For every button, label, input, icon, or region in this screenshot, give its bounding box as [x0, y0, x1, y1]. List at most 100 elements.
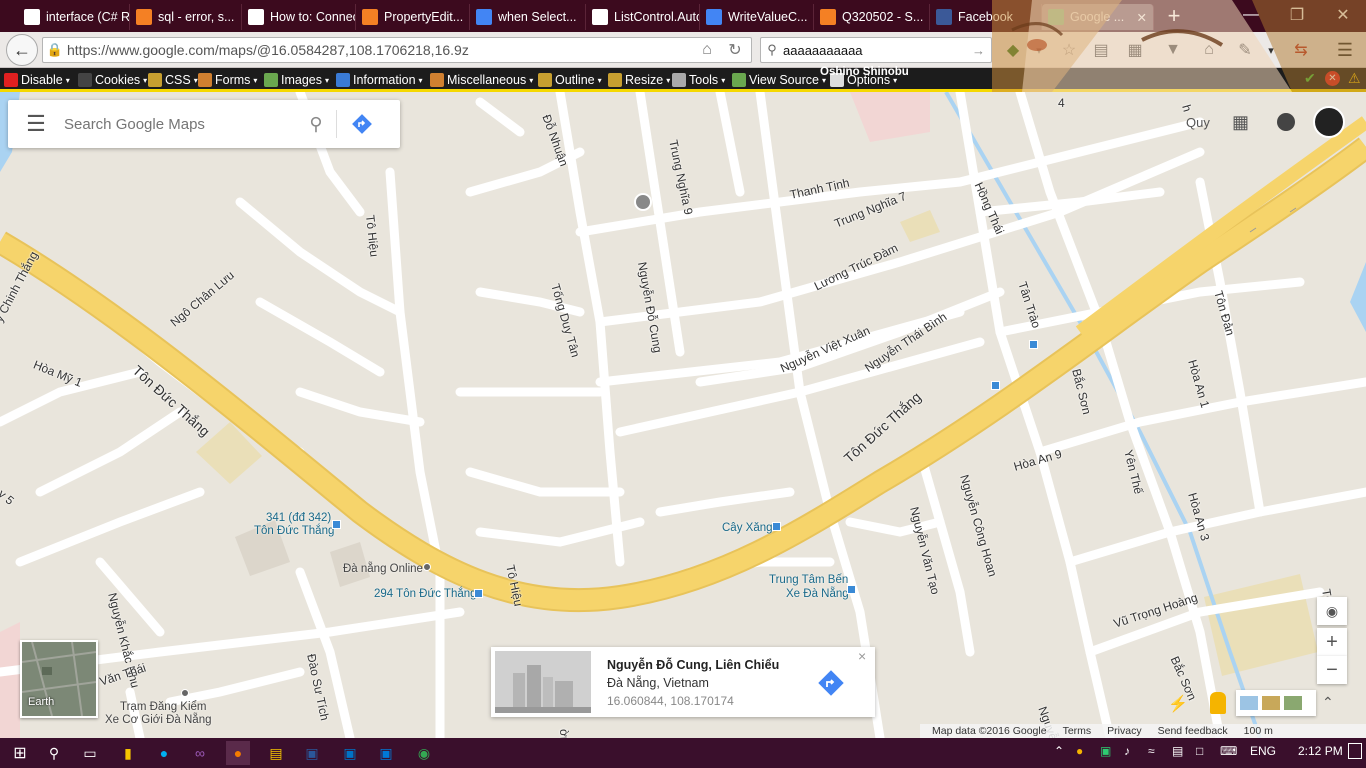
action-center-icon[interactable] — [1348, 743, 1362, 759]
tray-chevron-icon[interactable]: ⌃ — [1054, 744, 1064, 758]
browser-tab[interactable]: Google ... ✕ — [1042, 4, 1154, 30]
map-canvas[interactable]: Tôn Đức Thắng Tôn Đức Thắng Đỗ Nhuận Trung … — [0, 92, 1366, 738]
reading-list-icon[interactable]: ▤ — [1088, 37, 1114, 63]
devtoolbar-menu-tools[interactable]: Tools ▾ — [672, 70, 725, 90]
extension-icon[interactable]: ◆ — [1000, 37, 1026, 63]
outlook-icon[interactable]: ▣ — [338, 741, 362, 765]
browser-search-bar[interactable]: ⚲ aaaaaaaaaaa → — [760, 37, 992, 63]
wifi-icon[interactable]: ≈ — [1148, 744, 1155, 758]
hamburger-menu-icon[interactable]: ☰ — [1332, 37, 1358, 63]
clock[interactable]: 2:12 PM — [1298, 744, 1343, 758]
scale-bar[interactable]: 100 m — [1244, 725, 1273, 737]
lightning-icon[interactable]: ⚡ — [1168, 694, 1188, 714]
dropdown-arrow-icon-2[interactable]: ▾ — [1258, 37, 1284, 63]
poi-label[interactable]: Đà nẵng Online — [343, 563, 423, 575]
devtoolbar-menu-forms[interactable]: Forms ▾ — [198, 70, 257, 90]
layer-thumbnails[interactable] — [1236, 690, 1316, 716]
dev-tools-icon[interactable]: ✎ — [1232, 37, 1258, 63]
browser-tab[interactable]: WriteValueC... — [700, 4, 814, 30]
devtoolbar-menu-resize[interactable]: Resize ▾ — [608, 70, 670, 90]
language-indicator[interactable]: ENG — [1250, 744, 1276, 758]
map-pin-icon[interactable] — [634, 193, 652, 211]
browser-tab[interactable]: interface (C# Re... — [18, 4, 130, 30]
apps-grid-icon[interactable]: ▦ — [1232, 112, 1249, 133]
place-info-card[interactable]: Nguyễn Đỗ Cung, Liên Chiểu Đà Nẵng, Viet… — [491, 647, 875, 717]
skype-icon[interactable]: ● — [152, 741, 176, 765]
poi-label[interactable]: Xe Đà Nẵng — [786, 588, 849, 600]
chrome-icon[interactable]: ◉ — [412, 741, 436, 765]
check-icon[interactable]: ✔ — [1304, 70, 1316, 87]
bus-stop-icon[interactable] — [332, 520, 341, 529]
maximize-button[interactable]: ❐ — [1274, 0, 1320, 30]
devtoolbar-menu-images[interactable]: Images ▾ — [264, 70, 329, 90]
remote-desktop-icon[interactable]: ▣ — [374, 741, 398, 765]
search-icon[interactable]: ⚲ — [42, 741, 66, 765]
bus-stop-icon[interactable] — [474, 589, 483, 598]
gas-station-icon[interactable] — [772, 522, 781, 531]
send-feedback-link[interactable]: Send feedback — [1158, 725, 1228, 737]
visual-studio-icon[interactable]: ∞ — [188, 741, 212, 765]
notifications-icon[interactable] — [1277, 113, 1295, 131]
maps-search-input[interactable] — [64, 115, 296, 133]
error-icon[interactable]: ✕ — [1325, 71, 1340, 86]
bookmark-star-icon[interactable]: ☆ — [1056, 37, 1082, 63]
maps-search-box[interactable]: ☰ ⚲ — [8, 100, 400, 148]
browser-tab[interactable]: when Select... — [470, 4, 586, 30]
minimize-button[interactable]: — — [1228, 0, 1274, 30]
poi-label[interactable]: 294 Tôn Đức Thắng — [374, 588, 477, 600]
devtoolbar-menu-css[interactable]: CSS ▾ — [148, 70, 198, 90]
directions-icon[interactable] — [817, 669, 845, 697]
poi-label[interactable]: Tôn Đức Thắng — [254, 525, 334, 537]
earth-view-toggle[interactable]: Earth — [20, 640, 98, 718]
terms-link[interactable]: Terms — [1063, 725, 1092, 737]
layer-icon[interactable] — [1284, 696, 1302, 710]
close-icon[interactable]: × — [858, 648, 866, 664]
browser-tab[interactable]: Q320502 - S... — [814, 4, 930, 30]
browser-tab[interactable]: Facebook — [930, 4, 1042, 30]
devtoolbar-menu-disable[interactable]: Disable ▾ — [4, 70, 70, 90]
devtoolbar-menu-view-source[interactable]: View Source ▾ — [732, 70, 826, 90]
word-icon[interactable]: ▣ — [300, 741, 324, 765]
home-page-icon[interactable]: ⌂ — [694, 37, 720, 63]
firefox-icon[interactable]: ● — [226, 741, 250, 765]
warning-icon[interactable]: ⚠ — [1348, 70, 1361, 87]
task-view-icon[interactable]: ▭ — [78, 741, 102, 765]
message-icon[interactable]: □ — [1196, 744, 1203, 758]
address-bar[interactable]: 🔒 https://www.google.com/maps/@16.058428… — [42, 37, 752, 63]
browser-tab[interactable]: ListControl.Auto... — [586, 4, 700, 30]
browser-tab[interactable]: PropertyEdit... — [356, 4, 470, 30]
tray-app-icon[interactable]: ● — [1076, 744, 1083, 758]
bus-stop-icon[interactable] — [1029, 340, 1038, 349]
my-location-button[interactable]: ◉ — [1317, 597, 1347, 625]
devtoolbar-menu-outline[interactable]: Outline ▾ — [538, 70, 602, 90]
directions-button[interactable] — [337, 113, 387, 135]
pocket-icon[interactable]: ▼ — [1160, 37, 1186, 63]
bus-stop-icon[interactable] — [991, 381, 1000, 390]
maps-menu-icon[interactable]: ☰ — [8, 111, 64, 137]
bus-stop-icon[interactable] — [847, 585, 856, 594]
street-label[interactable]: ờng — [557, 729, 572, 738]
browser-tab[interactable]: sql - error, s... — [130, 4, 242, 30]
maps-search-icon[interactable]: ⚲ — [296, 114, 336, 135]
browser-tab[interactable]: How to: Connec... — [242, 4, 356, 30]
volume-icon[interactable]: ♪ — [1124, 744, 1130, 758]
layer-icon[interactable] — [1262, 696, 1280, 710]
poi-label[interactable]: 341 (đđ 342) — [266, 512, 331, 524]
zoom-out-button[interactable]: − — [1317, 656, 1347, 684]
zoom-in-button[interactable]: + — [1317, 628, 1347, 656]
tray-app-icon-2[interactable]: ▣ — [1100, 744, 1111, 758]
app-icon[interactable]: ▤ — [264, 741, 288, 765]
search-go-icon[interactable]: → — [972, 43, 985, 58]
poi-label[interactable]: Trạm Đăng Kiểm — [120, 701, 207, 713]
file-explorer-icon[interactable]: ▮ — [116, 741, 140, 765]
avatar[interactable] — [1313, 106, 1345, 138]
new-tab-button[interactable]: + — [1160, 2, 1188, 30]
dropdown-arrow-icon[interactable]: ▾ — [1026, 37, 1052, 63]
devtoolbar-menu-cookies[interactable]: Cookies ▾ — [78, 70, 147, 90]
start-icon[interactable]: ⊞ — [8, 741, 32, 765]
street-view-thumbnail[interactable] — [495, 651, 591, 713]
pegman-icon[interactable] — [1210, 692, 1226, 714]
tile-view-icon[interactable]: ▦ — [1122, 37, 1148, 63]
poi-marker-icon[interactable] — [181, 689, 189, 697]
devtoolbar-menu-information[interactable]: Information ▾ — [336, 70, 423, 90]
